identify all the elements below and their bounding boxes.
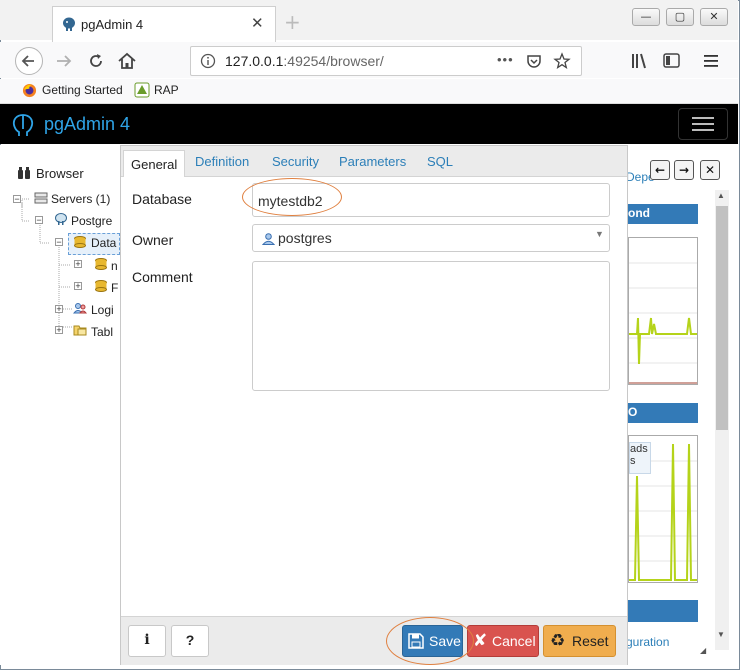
legend-item: s bbox=[630, 455, 636, 467]
chart-1-graph bbox=[629, 262, 697, 384]
cancel-button[interactable]: ✘ Cancel bbox=[467, 625, 539, 657]
tab-security[interactable]: Security bbox=[272, 154, 319, 169]
forward-icon[interactable] bbox=[54, 51, 74, 71]
bookmark-getting-started[interactable]: Getting Started bbox=[42, 83, 123, 97]
tree-item-databases[interactable]: Data bbox=[91, 236, 116, 250]
info-icon[interactable] bbox=[200, 53, 216, 69]
tab-title: pgAdmin 4 bbox=[81, 17, 144, 32]
tree-item-tablespaces[interactable]: Tabl bbox=[91, 325, 113, 339]
database-label: Database bbox=[132, 191, 192, 207]
tree-toggle[interactable]: + bbox=[74, 282, 82, 291]
url-bar[interactable]: 127.0.0.1:49254/browser/ ••• bbox=[190, 46, 582, 76]
save-button-highlight bbox=[386, 617, 474, 665]
browser-panel: Browser − Servers (1) − Postgre − Data + bbox=[0, 145, 120, 665]
browser-panel-title: Browser bbox=[36, 166, 84, 181]
home-icon[interactable] bbox=[116, 50, 138, 72]
tab-parameters[interactable]: Parameters bbox=[339, 154, 406, 169]
chart-legend: ads s bbox=[629, 442, 651, 474]
tab-general[interactable]: General bbox=[123, 150, 185, 177]
tree-toggle[interactable]: + bbox=[55, 305, 63, 314]
close-icon[interactable]: ✕ bbox=[251, 14, 264, 32]
database-name-highlight bbox=[242, 178, 342, 216]
browser-tab[interactable]: pgAdmin 4 ✕ bbox=[52, 6, 276, 42]
elephant-icon bbox=[63, 17, 75, 31]
bookmark-rap[interactable]: RAP bbox=[154, 83, 179, 97]
reset-label: Reset bbox=[572, 633, 609, 649]
scroll-down-icon[interactable]: ▼ bbox=[717, 630, 725, 639]
tablespaces-icon bbox=[73, 325, 87, 336]
tree-item-database[interactable]: n bbox=[111, 259, 118, 273]
postgres-server-icon bbox=[55, 213, 67, 225]
firefox-icon bbox=[22, 83, 37, 98]
create-database-dialog: General Definition Security Parameters S… bbox=[120, 145, 628, 665]
owner-select[interactable]: postgres ▼ bbox=[252, 224, 610, 252]
comment-label: Comment bbox=[132, 269, 193, 285]
tree-item-login-roles[interactable]: Logi bbox=[91, 303, 114, 317]
owner-label: Owner bbox=[132, 232, 174, 248]
tree-toggle[interactable]: − bbox=[35, 216, 43, 225]
tree-item-postgres[interactable]: Postgre bbox=[71, 214, 112, 228]
bookmark-star-icon[interactable] bbox=[553, 52, 571, 70]
tab-sql[interactable]: SQL bbox=[427, 154, 453, 169]
servers-icon bbox=[34, 192, 48, 204]
info-button[interactable]: i bbox=[128, 625, 166, 657]
comment-textarea[interactable] bbox=[252, 261, 610, 391]
dashboard-panel-header bbox=[626, 600, 698, 622]
window-close-button[interactable]: ✕ bbox=[700, 8, 728, 26]
scroll-up-icon[interactable]: ▲ bbox=[717, 191, 725, 200]
tree-item-database[interactable]: F bbox=[111, 281, 118, 295]
maximize-button[interactable]: ▢ bbox=[666, 8, 694, 26]
dashboard-prev-button[interactable]: ← bbox=[650, 160, 670, 180]
recycle-icon: ♻ bbox=[550, 631, 566, 651]
database-icon bbox=[95, 280, 107, 292]
tab-strip: pgAdmin 4 ✕ + — ▢ ✕ bbox=[0, 0, 738, 42]
tree-toggle[interactable]: + bbox=[74, 260, 82, 269]
tree-toggle[interactable]: − bbox=[55, 238, 63, 247]
user-icon bbox=[262, 233, 275, 245]
pocket-icon[interactable] bbox=[525, 52, 543, 70]
databases-icon bbox=[74, 236, 86, 248]
pgadmin-header: pgAdmin 4 bbox=[0, 104, 738, 144]
dashboard-panel-header: O bbox=[626, 403, 698, 423]
pgadmin-menu-button[interactable] bbox=[678, 108, 728, 140]
bookmarks-bar: Getting Started RAP bbox=[0, 79, 738, 104]
pgadmin-logo-icon bbox=[12, 114, 34, 136]
pgadmin-title: pgAdmin 4 bbox=[44, 114, 131, 134]
dashboard-scrollbar-thumb[interactable] bbox=[716, 206, 728, 430]
dashboard-next-button[interactable]: → bbox=[674, 160, 694, 180]
login-roles-icon bbox=[73, 303, 87, 314]
tree-toggle[interactable]: + bbox=[55, 326, 63, 335]
sidebar-icon[interactable] bbox=[662, 52, 682, 70]
tree-toggle[interactable]: − bbox=[13, 195, 21, 204]
library-icon[interactable] bbox=[630, 52, 650, 70]
minimize-button[interactable]: — bbox=[632, 8, 660, 26]
dashboard-panel-header: ond bbox=[626, 204, 698, 224]
cancel-label: Cancel bbox=[492, 633, 536, 649]
x-icon: ✘ bbox=[473, 631, 488, 651]
legend-item: ads bbox=[630, 443, 648, 455]
dashboard-chart-1 bbox=[628, 237, 698, 385]
url-text: 127.0.0.1:49254/browser/ bbox=[225, 53, 384, 69]
owner-value: postgres bbox=[278, 230, 332, 246]
reset-button[interactable]: ♻ Reset bbox=[543, 625, 616, 657]
chevron-down-icon[interactable]: ▼ bbox=[595, 229, 604, 239]
back-icon[interactable] bbox=[14, 46, 44, 76]
page-actions-icon[interactable]: ••• bbox=[497, 52, 514, 67]
help-button[interactable]: ? bbox=[171, 625, 209, 657]
new-tab-icon[interactable]: + bbox=[284, 10, 301, 34]
tab-definition[interactable]: Definition bbox=[195, 154, 249, 169]
reload-icon[interactable] bbox=[86, 51, 106, 71]
dialog-footer: i ? Save ✘ Cancel ♻ Reset bbox=[121, 616, 627, 665]
dashboard-chart-2: ads s bbox=[628, 435, 698, 583]
database-icon bbox=[95, 258, 107, 270]
dashboard-close-button[interactable]: ✕ bbox=[700, 160, 720, 180]
resize-grip-icon[interactable]: ◢ bbox=[700, 646, 706, 655]
dialog-tab-bar: General Definition Security Parameters S… bbox=[121, 146, 627, 177]
binoculars-icon bbox=[18, 167, 30, 179]
menu-icon[interactable] bbox=[702, 52, 720, 70]
tree-item-servers[interactable]: Servers (1) bbox=[51, 192, 110, 206]
rap-icon bbox=[134, 82, 150, 98]
dashboard-link[interactable]: guration bbox=[626, 635, 669, 649]
